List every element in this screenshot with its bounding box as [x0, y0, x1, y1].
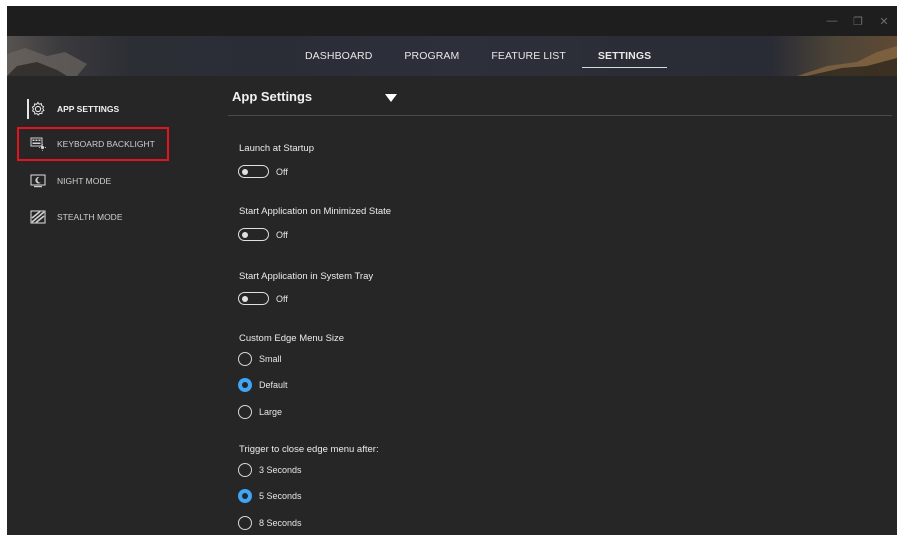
section-dropdown-icon[interactable] [385, 94, 397, 102]
radio-label: Large [259, 407, 283, 417]
stealth-mode-icon [29, 208, 47, 226]
tab-dashboard[interactable]: DASHBOARD [289, 36, 388, 76]
toggle-state: Off [276, 229, 288, 240]
tab-feature-list[interactable]: FEATURE LIST [475, 36, 582, 76]
radio-button[interactable] [238, 516, 252, 530]
radio-label: Small [259, 354, 282, 364]
launch-startup-label: Launch at Startup [239, 143, 314, 154]
radio-large[interactable]: Large [238, 405, 282, 419]
gear-icon [29, 100, 47, 118]
sidebar-item-app-settings[interactable]: APP SETTINGS [19, 94, 167, 124]
radio-button[interactable] [238, 489, 252, 503]
title-bar: — ❐ ✕ [7, 6, 897, 36]
sidebar-item-label: KEYBOARD BACKLIGHT [57, 139, 155, 149]
toggle-switch[interactable] [238, 228, 269, 241]
sidebar-item-stealth-mode[interactable]: STEALTH MODE [19, 202, 167, 232]
settings-panel: App Settings Launch at Startup Off Start… [222, 76, 897, 535]
night-mode-icon [29, 172, 47, 190]
main-nav: DASHBOARD PROGRAM FEATURE LIST SETTINGS [289, 36, 668, 76]
toggle-knob [242, 295, 248, 302]
sidebar-item-label: APP SETTINGS [57, 104, 120, 114]
radio-5-seconds[interactable]: 5 Seconds [238, 489, 302, 503]
tray-start-toggle[interactable]: Off [238, 292, 288, 305]
close-icon[interactable]: ✕ [871, 6, 897, 36]
radio-8-seconds[interactable]: 8 Seconds [238, 516, 302, 530]
sidebar-item-label: STEALTH MODE [57, 212, 123, 222]
minimized-start-label: Start Application on Minimized State [239, 206, 392, 217]
radio-default[interactable]: Default [238, 378, 288, 392]
sidebar-item-keyboard-backlight[interactable]: KEYBOARD BACKLIGHT [17, 127, 169, 161]
radio-button[interactable] [238, 405, 252, 419]
tray-start-label: Start Application in System Tray [239, 271, 374, 282]
radio-button[interactable] [238, 378, 252, 392]
window-controls: — ❐ ✕ [819, 6, 897, 36]
toggle-knob [242, 168, 248, 175]
radio-label: Default [259, 380, 288, 390]
minimized-start-toggle[interactable]: Off [238, 228, 288, 241]
radio-button[interactable] [238, 352, 252, 366]
app-window: — ❐ ✕ DASHBOARD PROGRAM FEATURE LIST SET… [7, 6, 897, 535]
section-title: App Settings [232, 89, 313, 104]
close-trigger-label: Trigger to close edge menu after: [239, 444, 379, 455]
tab-program[interactable]: PROGRAM [388, 36, 475, 76]
radio-label: 8 Seconds [259, 518, 302, 528]
edge-menu-size-label: Custom Edge Menu Size [239, 333, 345, 344]
toggle-switch[interactable] [238, 165, 269, 178]
toggle-state: Off [276, 166, 288, 177]
sidebar-item-label: NIGHT MODE [57, 176, 112, 186]
restore-icon[interactable]: ❐ [845, 6, 871, 36]
radio-label: 3 Seconds [259, 465, 302, 475]
keyboard-backlight-icon [29, 135, 47, 153]
sidebar-item-night-mode[interactable]: NIGHT MODE [19, 166, 167, 196]
radio-button[interactable] [238, 463, 252, 477]
launch-startup-toggle[interactable]: Off [238, 165, 288, 178]
radio-label: 5 Seconds [259, 491, 302, 501]
header-banner: DASHBOARD PROGRAM FEATURE LIST SETTINGS [7, 36, 897, 76]
toggle-switch[interactable] [238, 292, 269, 305]
radio-3-seconds[interactable]: 3 Seconds [238, 463, 302, 477]
minimize-icon[interactable]: — [819, 6, 845, 36]
active-indicator [27, 99, 29, 119]
toggle-state: Off [276, 293, 288, 304]
tab-settings[interactable]: SETTINGS [581, 36, 668, 76]
settings-sidebar: APP SETTINGS KEYBOARD BACKLIGHT NIGHT MO… [7, 76, 207, 535]
divider [228, 115, 892, 116]
toggle-knob [242, 231, 248, 238]
radio-small[interactable]: Small [238, 352, 282, 366]
